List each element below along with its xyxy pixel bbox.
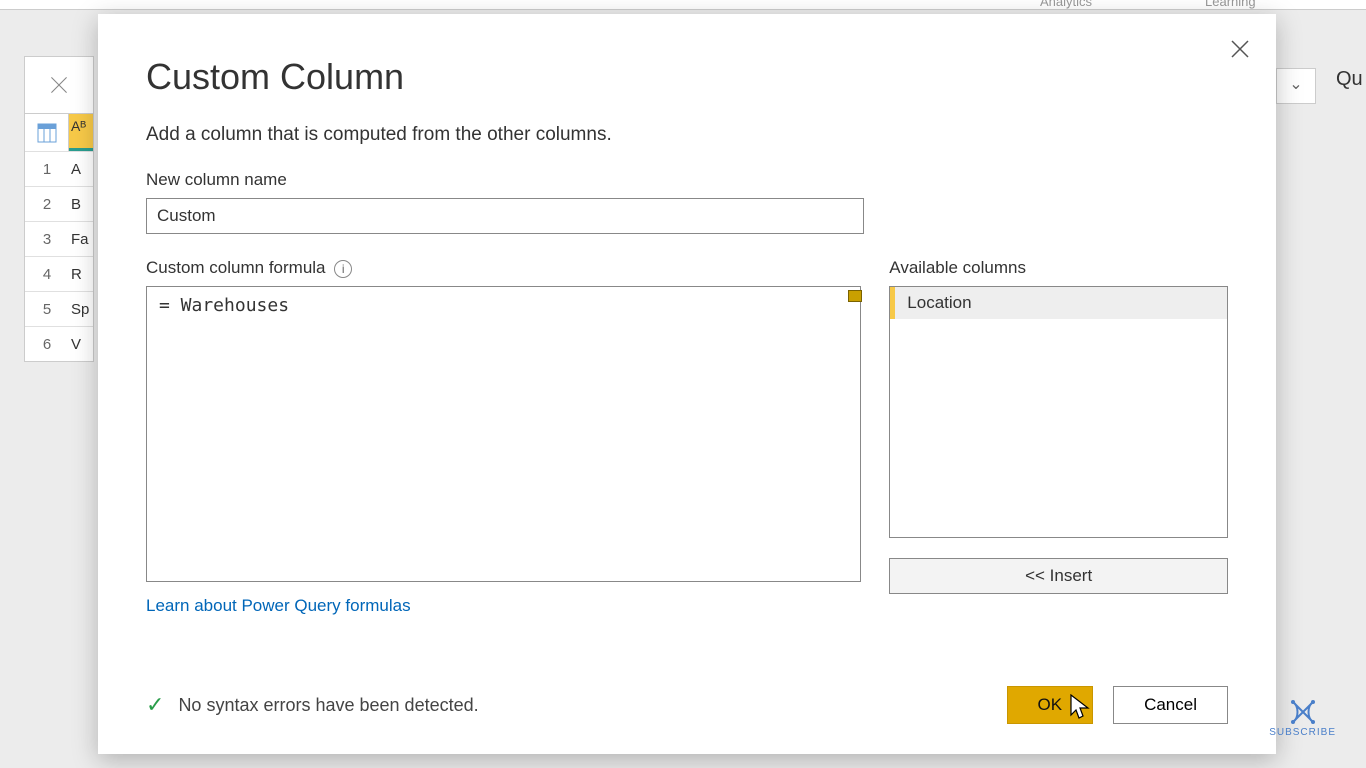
formula-label: Custom column formula i — [146, 258, 861, 278]
table-icon[interactable] — [25, 114, 69, 151]
table-row[interactable]: 3Fa — [25, 221, 93, 256]
cell: A — [69, 161, 93, 178]
dialog-title: Custom Column — [146, 56, 1228, 98]
row-number: 2 — [25, 196, 69, 213]
chevron-down-icon: ⌄ — [1289, 76, 1302, 93]
grid-header-row: Aᴮ — [25, 113, 93, 151]
table-row[interactable]: 6V — [25, 326, 93, 361]
check-icon: ✓ — [146, 692, 164, 718]
cancel-button[interactable]: Cancel — [1113, 686, 1228, 724]
subscribe-watermark: SUBSCRIBE — [1269, 700, 1336, 738]
table-row[interactable]: 5Sp — [25, 291, 93, 326]
new-column-name-label: New column name — [146, 170, 1228, 190]
formula-text: = Warehouses — [147, 287, 860, 324]
row-number: 5 — [25, 301, 69, 318]
row-number: 3 — [25, 231, 69, 248]
query-settings-header: Qu — [1336, 68, 1366, 91]
data-grid: Aᴮ 1A 2B 3Fa 4R 5Sp 6V — [24, 56, 94, 362]
syntax-status: ✓ No syntax errors have been detected. — [146, 692, 479, 718]
custom-column-dialog: Custom Column Add a column that is compu… — [98, 14, 1276, 754]
status-message: No syntax errors have been detected. — [178, 695, 478, 716]
cell: R — [69, 266, 93, 283]
close-button[interactable] — [1226, 36, 1254, 64]
row-number: 6 — [25, 336, 69, 353]
cell: V — [69, 336, 93, 353]
available-columns-list[interactable]: Location — [889, 286, 1228, 538]
table-row[interactable]: 1A — [25, 151, 93, 186]
caret-indicator — [848, 290, 862, 302]
cell: Sp — [69, 301, 93, 318]
new-column-name-input[interactable] — [146, 198, 864, 234]
column-header[interactable]: Aᴮ — [69, 114, 93, 151]
ok-button[interactable]: OK — [1007, 686, 1094, 724]
cell: B — [69, 196, 93, 213]
formula-bar-collapse-button[interactable]: ⌄ — [1276, 68, 1316, 104]
available-column-item[interactable]: Location — [890, 287, 1227, 319]
dialog-description: Add a column that is computed from the o… — [146, 124, 1228, 146]
subscribe-text: SUBSCRIBE — [1269, 727, 1336, 738]
formula-input[interactable]: = Warehouses — [146, 286, 861, 582]
row-number: 4 — [25, 266, 69, 283]
info-icon[interactable]: i — [334, 260, 352, 278]
table-row[interactable]: 2B — [25, 186, 93, 221]
available-columns-label: Available columns — [889, 258, 1228, 278]
formula-label-text: Custom column formula — [146, 258, 326, 277]
learn-formulas-link[interactable]: Learn about Power Query formulas — [146, 596, 411, 616]
cell: Fa — [69, 231, 93, 248]
dialog-footer: ✓ No syntax errors have been detected. O… — [146, 686, 1228, 724]
ribbon-group-learning: Learning — [1205, 0, 1256, 9]
table-row[interactable]: 4R — [25, 256, 93, 291]
ribbon-group-analytics: Analytics — [1040, 0, 1092, 9]
row-number: 1 — [25, 161, 69, 178]
insert-column-button[interactable]: << Insert — [889, 558, 1228, 594]
queries-pane-close-button[interactable] — [25, 57, 93, 113]
ribbon-bg: Analytics Learning — [0, 0, 1366, 10]
